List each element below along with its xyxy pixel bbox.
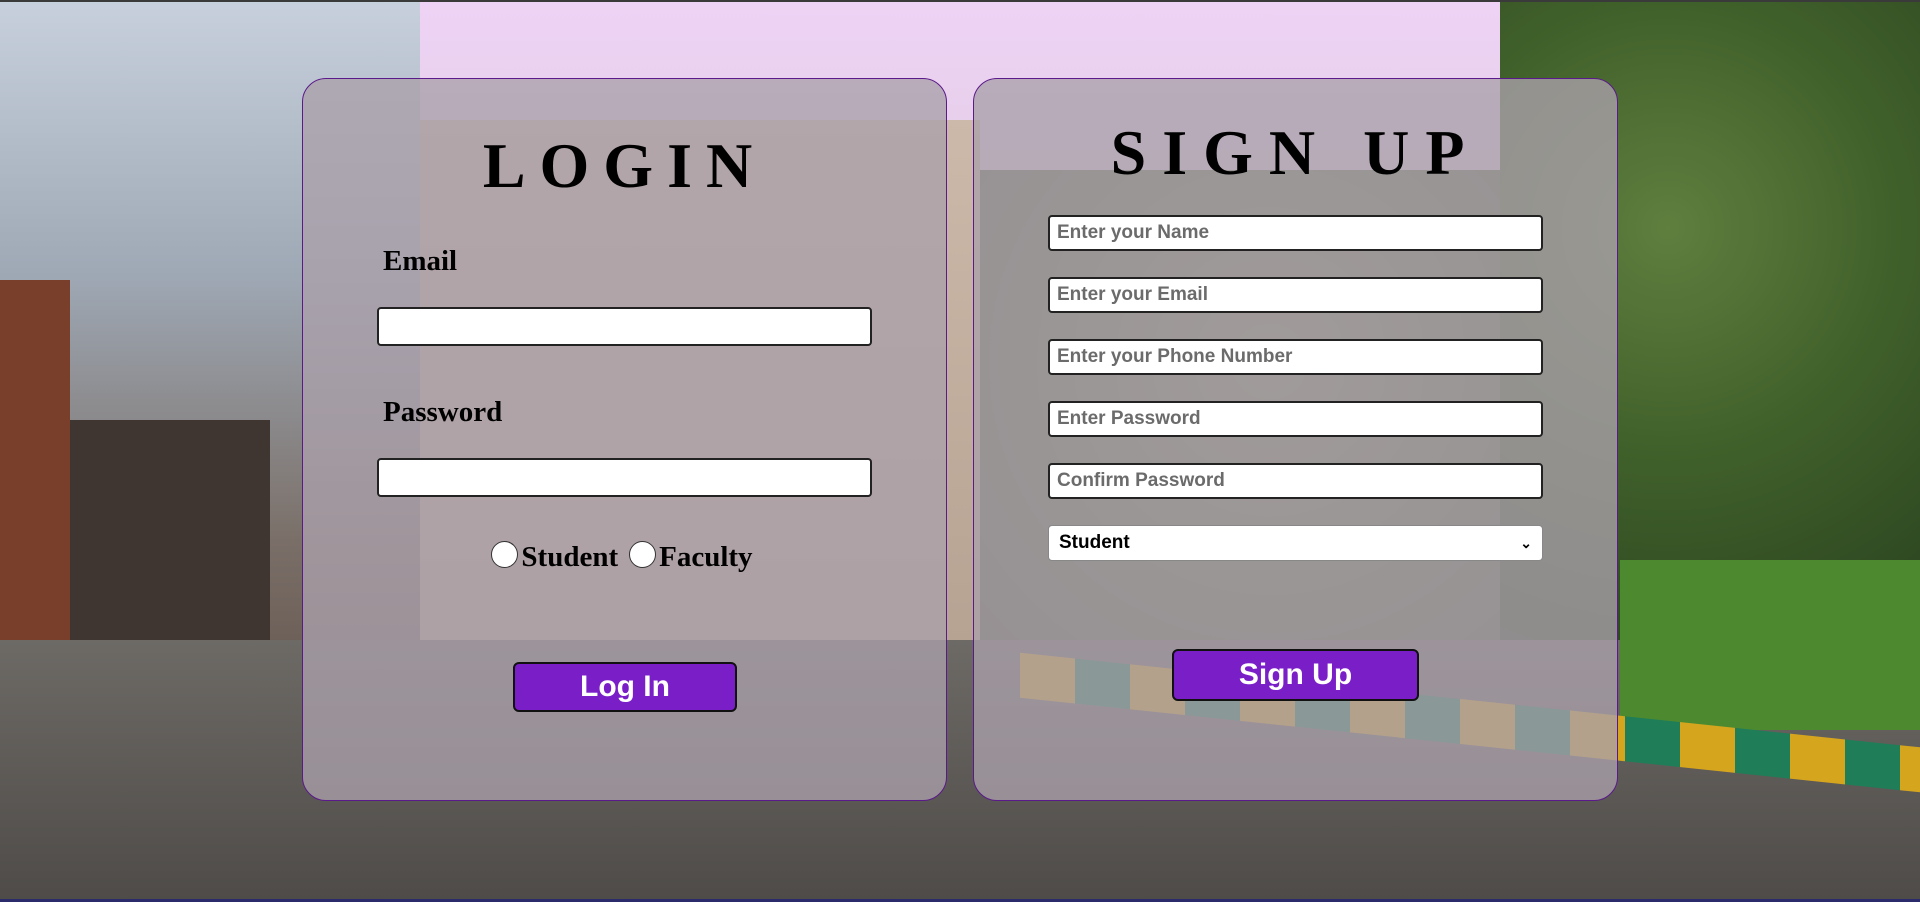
- faculty-radio[interactable]: [629, 541, 657, 568]
- signup-password-input[interactable]: [1048, 401, 1543, 437]
- login-panel: LOGIN Email Password Student Faculty Log …: [302, 78, 947, 801]
- signup-title: SIGN UP: [1110, 117, 1481, 188]
- role-select[interactable]: Student ⌄: [1048, 525, 1543, 561]
- signup-panel: SIGN UP Student ⌄ Sign Up: [973, 78, 1618, 801]
- role-radio-group: Student Faculty: [303, 541, 946, 574]
- password-label: Password: [383, 396, 503, 428]
- student-radio[interactable]: [491, 541, 519, 568]
- signup-phone-input[interactable]: [1048, 339, 1543, 375]
- login-password-input[interactable]: [377, 458, 872, 497]
- top-border: [0, 0, 1920, 2]
- login-title: LOGIN: [482, 130, 767, 201]
- email-label: Email: [383, 245, 458, 277]
- signup-email-input[interactable]: [1048, 277, 1543, 313]
- student-radio-label: Student: [521, 541, 619, 573]
- role-select-value: Student: [1059, 532, 1130, 553]
- signup-confirm-password-input[interactable]: [1048, 463, 1543, 499]
- background-image: [0, 0, 1920, 902]
- signup-name-input[interactable]: [1048, 215, 1543, 251]
- signup-button[interactable]: Sign Up: [1172, 649, 1419, 701]
- login-email-input[interactable]: [377, 307, 872, 346]
- login-button[interactable]: Log In: [513, 662, 737, 712]
- chevron-down-icon: ⌄: [1520, 534, 1532, 551]
- faculty-radio-label: Faculty: [659, 541, 753, 573]
- grass: [1620, 560, 1920, 730]
